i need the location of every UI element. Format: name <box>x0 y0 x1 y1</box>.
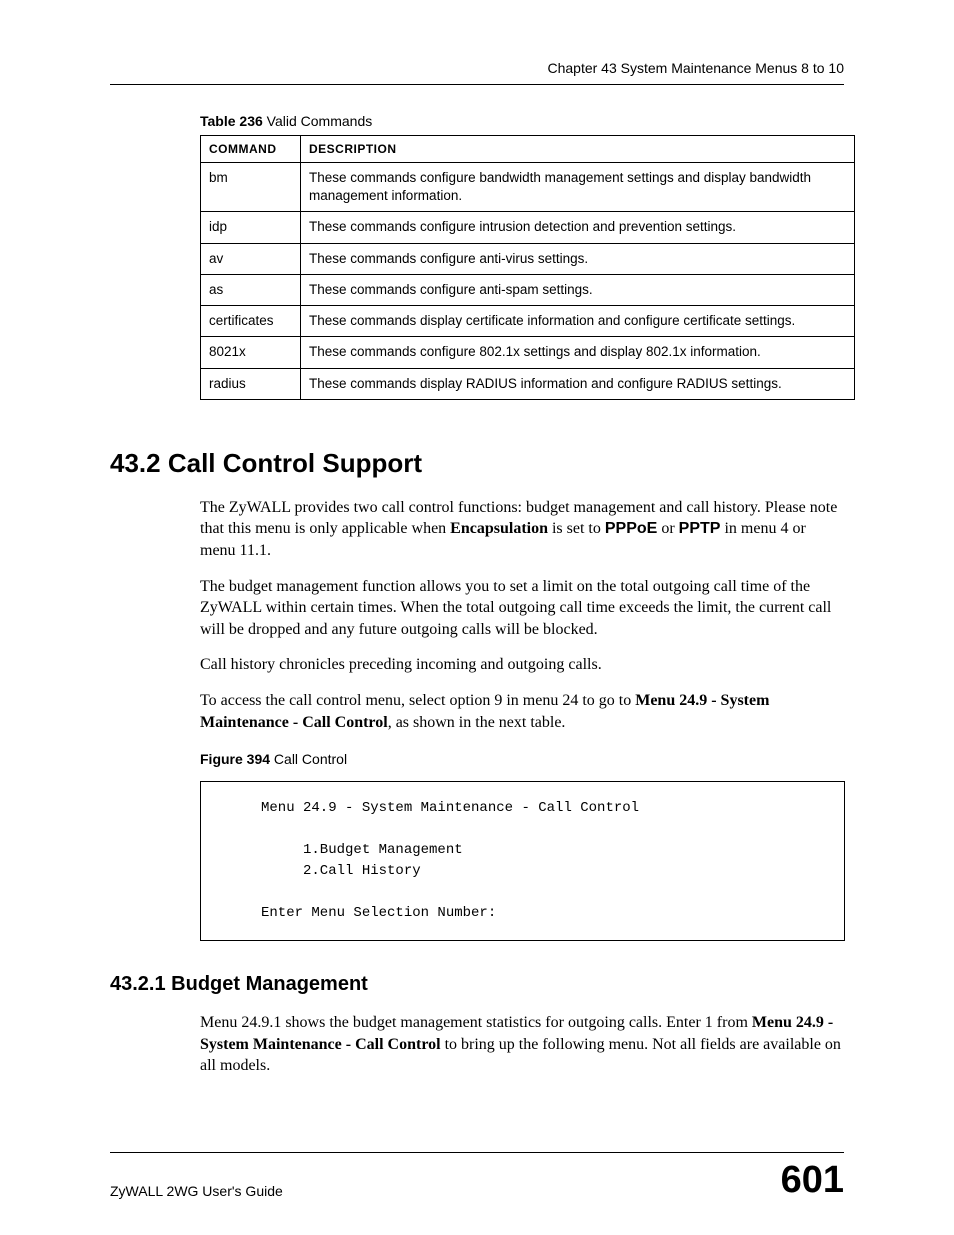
cell-cmd: as <box>201 274 301 305</box>
cell-cmd: idp <box>201 212 301 243</box>
cell-desc: These commands configure anti-spam setti… <box>301 274 855 305</box>
paragraph: Menu 24.9.1 shows the budget management … <box>200 1012 845 1077</box>
cell-cmd: radius <box>201 368 301 399</box>
cell-desc: These commands display RADIUS informatio… <box>301 368 855 399</box>
table-row: bm These commands configure bandwidth ma… <box>201 163 855 212</box>
text: To access the call control menu, select … <box>200 692 635 709</box>
bold-text: PPPoE <box>605 520 657 537</box>
table-header-row: COMMAND DESCRIPTION <box>201 136 855 163</box>
figure-caption-rest: Call Control <box>270 751 347 767</box>
text: is set to <box>548 520 605 537</box>
cell-cmd: bm <box>201 163 301 212</box>
cell-cmd: certificates <box>201 306 301 337</box>
table-caption-rest: Valid Commands <box>263 113 372 129</box>
section-heading: 43.2 Call Control Support <box>110 448 844 479</box>
text: , as shown in the next table. <box>388 714 566 731</box>
page-number: 601 <box>781 1161 844 1199</box>
text: or <box>657 520 678 537</box>
table-row: idp These commands configure intrusion d… <box>201 212 855 243</box>
cell-desc: These commands configure intrusion detec… <box>301 212 855 243</box>
table-row: av These commands configure anti-virus s… <box>201 243 855 274</box>
cell-desc: These commands configure bandwidth manag… <box>301 163 855 212</box>
cell-desc: These commands configure anti-virus sett… <box>301 243 855 274</box>
col-command: COMMAND <box>201 136 301 163</box>
bold-text: Encapsulation <box>450 520 548 537</box>
table-caption-bold: Table 236 <box>200 113 263 129</box>
cell-cmd: av <box>201 243 301 274</box>
table-row: radius These commands display RADIUS inf… <box>201 368 855 399</box>
figure-caption: Figure 394 Call Control <box>200 751 844 767</box>
menu-box: Menu 24.9 - System Maintenance - Call Co… <box>200 781 845 941</box>
commands-table: COMMAND DESCRIPTION bm These commands co… <box>200 135 855 400</box>
table-caption: Table 236 Valid Commands <box>200 113 844 129</box>
cell-cmd: 8021x <box>201 337 301 368</box>
paragraph: The budget management function allows yo… <box>200 576 845 641</box>
cell-desc: These commands configure 802.1x settings… <box>301 337 855 368</box>
chapter-header: Chapter 43 System Maintenance Menus 8 to… <box>110 60 844 85</box>
text: Menu 24.9.1 shows the budget management … <box>200 1014 752 1031</box>
page-footer: ZyWALL 2WG User's Guide 601 <box>110 1152 844 1199</box>
figure-caption-bold: Figure 394 <box>200 751 270 767</box>
paragraph: Call history chronicles preceding incomi… <box>200 654 845 676</box>
bold-text: PPTP <box>679 520 721 537</box>
table-row: as These commands configure anti-spam se… <box>201 274 855 305</box>
col-description: DESCRIPTION <box>301 136 855 163</box>
cell-desc: These commands display certificate infor… <box>301 306 855 337</box>
table-row: 8021x These commands configure 802.1x se… <box>201 337 855 368</box>
subsection-heading: 43.2.1 Budget Management <box>110 973 844 996</box>
footer-guide-name: ZyWALL 2WG User's Guide <box>110 1183 283 1199</box>
table-row: certificates These commands display cert… <box>201 306 855 337</box>
paragraph: To access the call control menu, select … <box>200 690 845 733</box>
paragraph: The ZyWALL provides two call control fun… <box>200 497 845 562</box>
